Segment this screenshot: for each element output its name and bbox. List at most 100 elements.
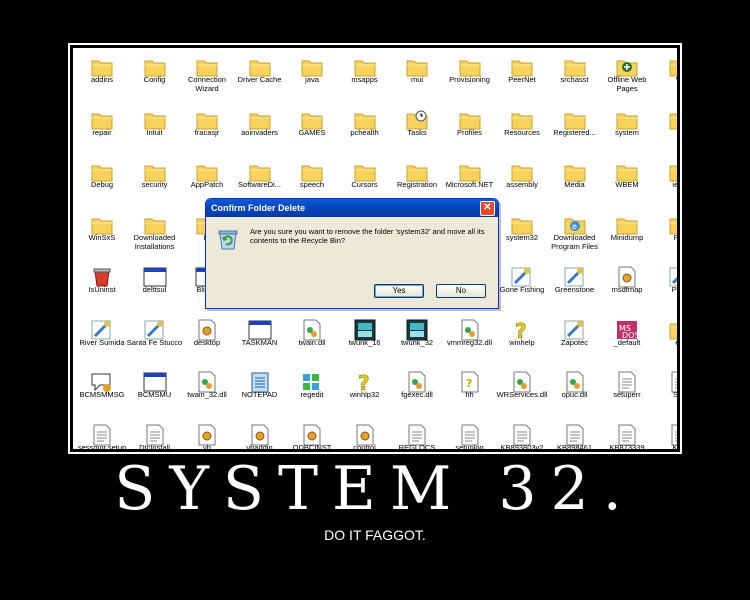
file-item[interactable]: S (654, 101, 677, 151)
file-item[interactable]: msapps (339, 48, 391, 98)
file-item-label: Intuit (146, 127, 163, 137)
file-item[interactable]: GAMES (286, 101, 338, 151)
no-button[interactable]: No (436, 284, 486, 298)
file-item[interactable]: speech (286, 153, 338, 203)
file-item[interactable]: Profiles (444, 101, 496, 151)
file-item[interactable]: vbaddin (234, 416, 286, 449)
file-item[interactable]: Registered... (549, 101, 601, 151)
file-item[interactable]: Config (129, 48, 181, 98)
file-item[interactable]: eg (654, 311, 677, 361)
file-item[interactable]: system (601, 101, 653, 151)
file-item[interactable]: NOTEPAD (234, 363, 286, 413)
file-item[interactable]: desktop (181, 311, 233, 361)
file-item[interactable]: assembly (496, 153, 548, 203)
file-item[interactable]: KB893803v2 (496, 416, 548, 449)
file-item[interactable]: Debug (76, 153, 128, 203)
file-item[interactable]: security (129, 153, 181, 203)
file-item[interactable]: River Sumida (76, 311, 128, 361)
file-item[interactable]: msdfmap (601, 258, 653, 308)
file-item[interactable]: AppPatch (181, 153, 233, 203)
file-item-label: Config (143, 75, 166, 84)
file-item-label: WinSxS (88, 232, 116, 242)
file-item[interactable]: mui (391, 48, 443, 98)
file-item[interactable]: ? hh (444, 363, 496, 413)
file-item[interactable]: Santa Fe Stucco (127, 311, 182, 361)
file-item[interactable]: ? winhelp (496, 311, 548, 361)
file-item[interactable]: regedit (286, 363, 338, 413)
file-item[interactable]: ? winhlp32 (339, 363, 391, 413)
file-item[interactable]: pchealth (339, 101, 391, 151)
file-item[interactable]: DtcInstall (129, 416, 181, 449)
file-item[interactable]: Downloaded Installations (129, 206, 181, 256)
file-item[interactable]: Gone Fishing (496, 258, 548, 308)
file-item[interactable]: Microsoft.NET (444, 153, 496, 203)
file-item[interactable]: fgexec.dll (391, 363, 443, 413)
file-item[interactable]: aoinvaders (234, 101, 286, 151)
file-item[interactable]: delttsul (129, 258, 181, 308)
file-item-label: system (615, 127, 639, 137)
file-item[interactable]: control (339, 416, 391, 449)
file-item[interactable]: W (654, 48, 677, 98)
file-item-label: PeerNet (508, 75, 536, 84)
file-item-label: TASKMAN (241, 337, 278, 347)
file-item[interactable]: Resources (496, 101, 548, 151)
file-item[interactable]: twunk_32 (391, 311, 443, 361)
file-item[interactable]: TASKMAN (234, 311, 286, 361)
file-item[interactable]: Intuit (129, 101, 181, 151)
file-item[interactable]: fracasjr (181, 101, 233, 151)
file-item[interactable]: java (286, 48, 338, 98)
file-item[interactable]: Zapotec (549, 311, 601, 361)
file-item-label: security (141, 180, 168, 189)
file-item[interactable]: twain_32.dll (181, 363, 233, 413)
file-item[interactable]: WRServices.dll (496, 363, 548, 413)
file-item[interactable]: system32 (496, 206, 548, 256)
file-item[interactable]: Cursors (339, 153, 391, 203)
file-item[interactable]: e Downloaded Program Files (549, 206, 601, 256)
file-item[interactable]: Greenstone (549, 258, 601, 308)
file-item-label: Sti_ (673, 390, 677, 399)
dialog-titlebar[interactable]: Confirm Folder Delete ✕ (206, 199, 498, 217)
file-item[interactable]: Connection Wizard (181, 48, 233, 98)
file-item-label: repair (92, 127, 112, 137)
file-item[interactable]: KB8 (654, 416, 677, 449)
file-item[interactable]: twunk_16 (339, 311, 391, 361)
file-item[interactable]: opuc.dll (549, 363, 601, 413)
file-item[interactable]: MS DOS _default (601, 311, 653, 361)
file-item[interactable]: PeerNet (496, 48, 548, 98)
file-item[interactable]: setuperr (601, 363, 653, 413)
file-item[interactable]: sessmgr.setup (76, 416, 128, 449)
file-item-label: Profiles (456, 127, 482, 137)
file-item[interactable]: WinSxS (76, 206, 128, 256)
file-item[interactable]: Prair (654, 258, 677, 308)
file-item[interactable]: Driver Cache (234, 48, 286, 98)
file-item-label: Connection Wizard (188, 75, 226, 93)
file-item[interactable]: Provisioning (444, 48, 496, 98)
file-item[interactable]: KB873339 (601, 416, 653, 449)
file-item[interactable]: Pre (654, 206, 677, 256)
close-button[interactable]: ✕ (480, 201, 495, 216)
file-item[interactable]: setuplog (444, 416, 496, 449)
file-item[interactable]: BCMSMU (129, 363, 181, 413)
file-item[interactable]: vmmreg32.dll (444, 311, 496, 361)
file-item[interactable]: repair (76, 101, 128, 151)
file-item[interactable]: ie7u (654, 153, 677, 203)
file-item[interactable]: srchasst (549, 48, 601, 98)
file-item[interactable]: Offline Web Pages (601, 48, 653, 98)
file-item[interactable]: IsUninst (76, 258, 128, 308)
file-item[interactable]: vb (181, 416, 233, 449)
file-item[interactable]: addins (76, 48, 128, 98)
file-item[interactable]: ODBCINST (286, 416, 338, 449)
file-item[interactable]: KB898461 (549, 416, 601, 449)
yes-button[interactable]: Yes (374, 284, 424, 298)
file-item[interactable]: Sti_ (654, 363, 677, 413)
file-item[interactable]: Tasks (391, 101, 443, 151)
file-item[interactable]: Registration (391, 153, 443, 203)
file-item[interactable]: REGLOCS (391, 416, 443, 449)
file-item[interactable]: SoftwareDi... (234, 153, 286, 203)
file-item[interactable]: Media (549, 153, 601, 203)
file-item[interactable]: Minidump (601, 206, 653, 256)
file-item[interactable]: BCMSMMSG (76, 363, 128, 413)
file-item[interactable]: twain.dll (286, 311, 338, 361)
file-item-label: KB893803v2 (500, 442, 544, 450)
file-item[interactable]: WBEM (601, 153, 653, 203)
